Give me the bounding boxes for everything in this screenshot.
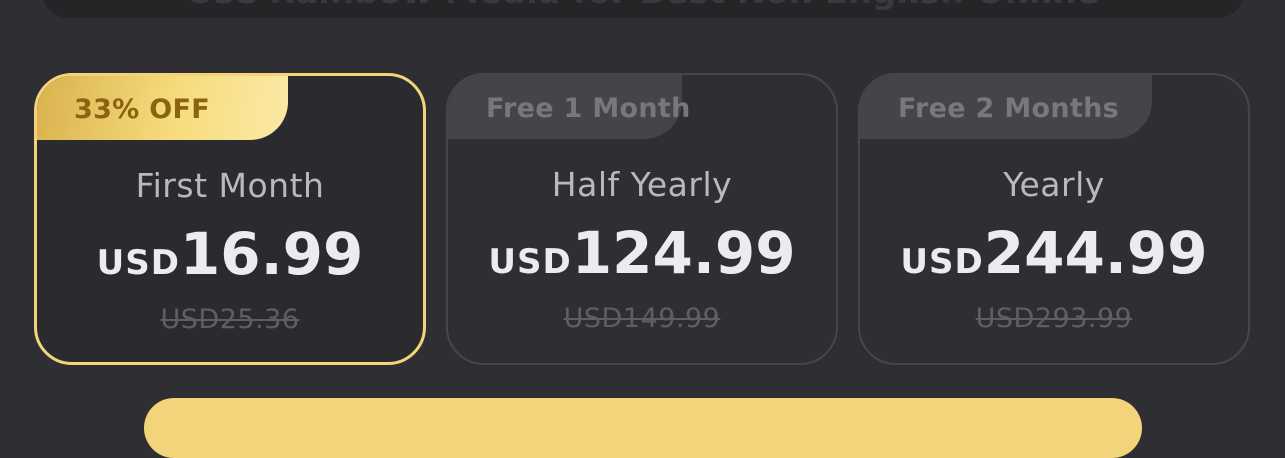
plan-name: Half Yearly [551, 165, 733, 204]
price-currency: USD [96, 243, 180, 283]
price-currency: USD [900, 242, 984, 282]
promo-banner-text: Use Rainbow Media for Best Non English O… [42, 0, 1244, 12]
subscribe-button[interactable] [144, 398, 1142, 458]
price-amount: 16.99 [179, 220, 364, 288]
plan-original-price: USD25.36 [160, 304, 300, 335]
plan-card-yearly[interactable]: Free 2 Months Yearly USD244.99 USD293.99 [858, 73, 1250, 365]
plan-price: USD244.99 [860, 219, 1248, 287]
plan-name: Yearly [1003, 165, 1105, 204]
plan-badge: Free 1 Month [448, 75, 690, 139]
plan-price: USD124.99 [448, 219, 836, 287]
price-amount: 244.99 [983, 219, 1208, 287]
price-currency: USD [488, 242, 572, 282]
plan-original-price: USD149.99 [563, 303, 721, 334]
plan-price: USD16.99 [37, 220, 423, 288]
plan-badge: Free 2 Months [860, 75, 1152, 139]
promo-banner: Use Rainbow Media for Best Non English O… [42, 0, 1244, 18]
plan-original-price: USD293.99 [975, 303, 1133, 334]
price-amount: 124.99 [571, 219, 796, 287]
plan-card-half-yearly[interactable]: Free 1 Month Half Yearly USD124.99 USD14… [446, 73, 838, 365]
plan-card-first-month[interactable]: 33% OFF First Month USD16.99 USD25.36 [34, 73, 426, 365]
plan-name: First Month [135, 166, 325, 205]
plan-badge: 33% OFF [37, 76, 288, 140]
